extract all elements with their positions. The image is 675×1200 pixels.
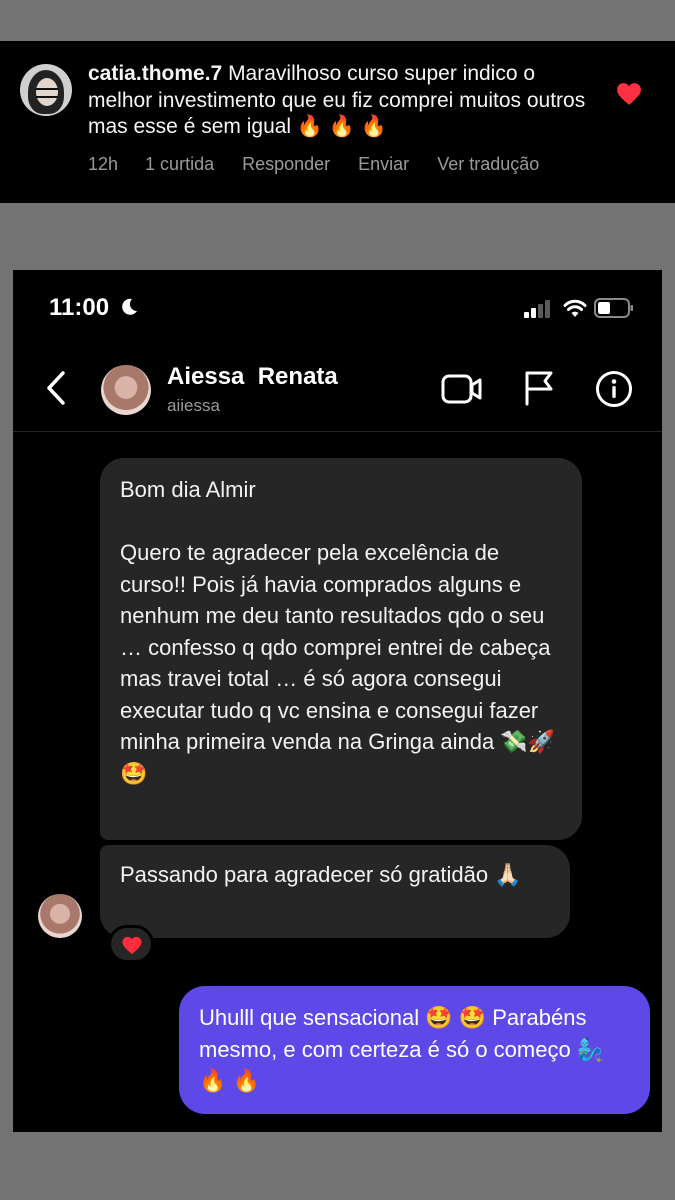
avatar[interactable] (20, 64, 72, 116)
message-bubble-outgoing[interactable]: Uhulll que sensacional 🤩 🤩 Parabéns mesm… (179, 986, 650, 1114)
contact-handle: aiiessa (167, 396, 220, 415)
contact-name[interactable]: Aiessa Renata (167, 363, 338, 391)
comment-time: 12h (88, 154, 119, 174)
translate-button[interactable]: Ver tradução (437, 154, 539, 175)
info-icon[interactable] (595, 370, 633, 408)
video-call-icon[interactable] (441, 372, 483, 406)
flag-icon[interactable] (523, 370, 555, 406)
message-bubble-incoming[interactable]: Bom dia Almir Quero te agradecer pela ex… (100, 458, 582, 840)
comment-card: catia.thome.7 Maravilhoso curso super in… (0, 41, 675, 203)
status-time: 11:00 (49, 294, 110, 321)
signal-icon (524, 300, 550, 318)
send-button[interactable]: Enviar (358, 154, 409, 175)
back-icon[interactable] (45, 370, 67, 406)
comment-likes[interactable]: 1 curtida (145, 154, 214, 175)
battery-icon (594, 298, 633, 318)
message-bubble-incoming[interactable]: Passando para agradecer só gratidão 🙏🏻 (100, 845, 570, 938)
comment-text: catia.thome.7 Maravilhoso curso super in… (88, 61, 588, 141)
message-text: Passando para agradecer só gratidão 🙏🏻 (120, 862, 522, 887)
moon-icon (122, 298, 137, 315)
header-divider (13, 431, 662, 432)
reply-button[interactable]: Responder (242, 154, 330, 175)
reaction-badge[interactable] (108, 925, 154, 963)
heart-icon (122, 936, 142, 955)
dm-screenshot: 11:00 Aiessa Renata aiiessa Bom dia Almi… (13, 270, 662, 1132)
avatar[interactable] (38, 894, 82, 938)
message-text: Uhulll que sensacional 🤩 🤩 Parabéns mesm… (199, 1005, 605, 1093)
heart-icon[interactable] (616, 82, 642, 106)
comment-username[interactable]: catia.thome.7 (88, 62, 222, 85)
comment-meta: 12h 1 curtida Responder Enviar Ver tradu… (88, 154, 539, 175)
avatar[interactable] (101, 365, 151, 415)
message-text: Quero te agradecer pela excelência de cu… (120, 540, 556, 786)
message-text: Bom dia Almir (120, 477, 256, 502)
wifi-icon (563, 299, 587, 317)
